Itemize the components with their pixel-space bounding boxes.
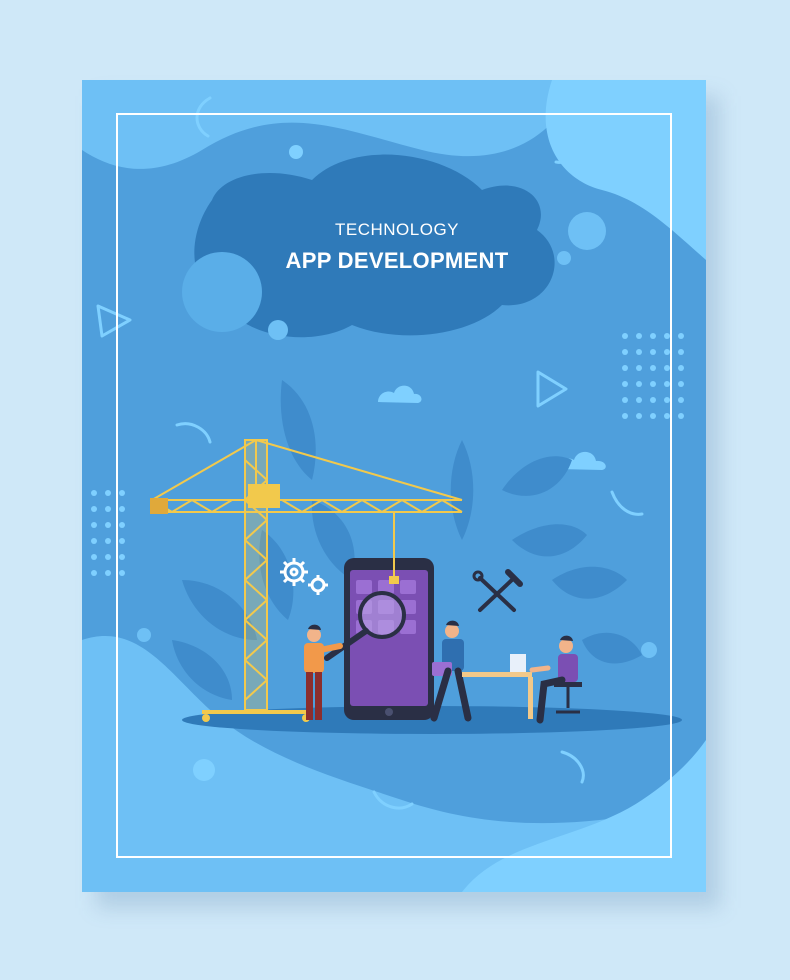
poster-title: APP DEVELOPMENT: [285, 248, 509, 273]
title-block: TECHNOLOGY APP DEVELOPMENT: [232, 220, 562, 274]
page: TECHNOLOGY APP DEVELOPMENT: [0, 0, 790, 980]
poster-subtitle: TECHNOLOGY: [334, 220, 460, 239]
poster: TECHNOLOGY APP DEVELOPMENT: [82, 80, 706, 892]
